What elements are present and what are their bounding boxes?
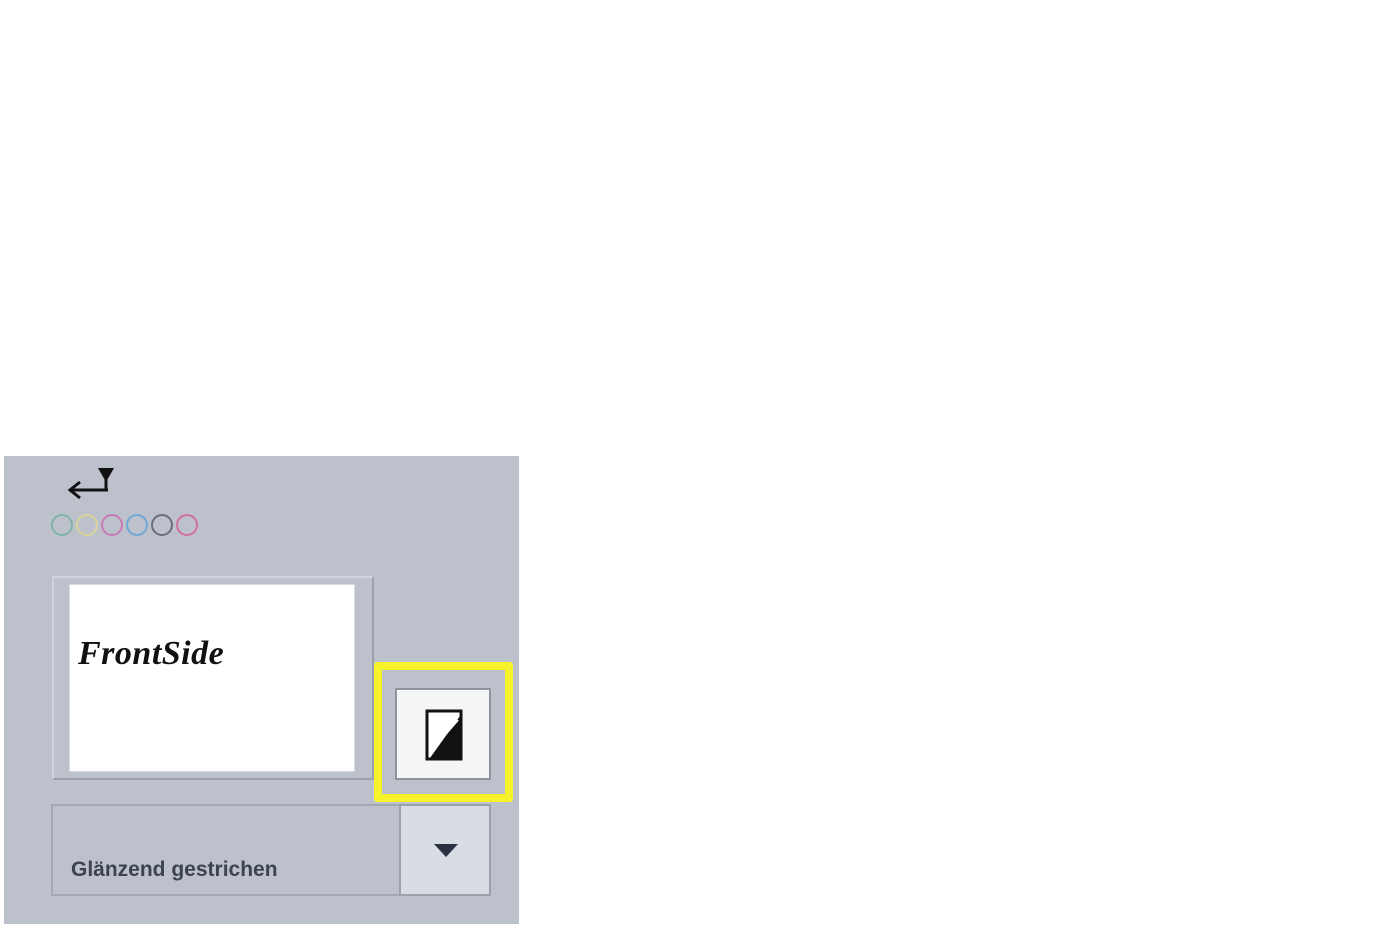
print-settings-panel: FrontSide Glänzend gestrichen (4, 456, 519, 924)
ink-dot-6 (176, 514, 198, 536)
ink-dot-5 (151, 514, 173, 536)
ink-dot-3 (101, 514, 123, 536)
paper-feed-arrow-icon (64, 462, 120, 502)
switch-side-button[interactable] (395, 688, 491, 780)
ink-dot-4 (126, 514, 148, 536)
media-type-value: Glänzend gestrichen (71, 858, 278, 881)
ink-dot-1 (51, 514, 73, 536)
preview-side-label: FrontSide (78, 635, 225, 672)
dropdown-arrow-button[interactable] (399, 804, 491, 896)
page-preview[interactable]: FrontSide (69, 584, 355, 772)
media-type-dropdown[interactable]: Glänzend gestrichen (51, 804, 491, 896)
ink-color-indicators (50, 512, 210, 538)
page-preview-frame: FrontSide (52, 576, 374, 780)
ink-dot-2 (76, 514, 98, 536)
